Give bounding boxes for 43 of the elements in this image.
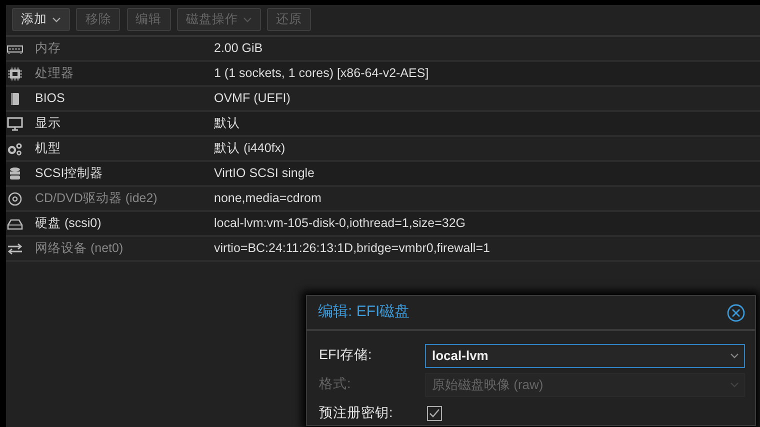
checkbox[interactable] xyxy=(427,406,442,421)
row-label: SCSI控制器 xyxy=(35,165,104,182)
row-value: virtio=BC:24:11:26:13:1D,bridge=vmbr0,firewall=1 xyxy=(214,240,490,258)
row-label: 显示 xyxy=(35,115,62,132)
caret-icon xyxy=(242,16,252,22)
grid-row[interactable]: 网络设备 (net0) virtio=BC:24:11:26:13:1D,bridge=vmbr0,firewall=1 xyxy=(6,237,760,262)
grid-row[interactable]: SCSI控制器 VirtIO SCSI single xyxy=(6,162,760,187)
close-icon[interactable] xyxy=(727,304,745,322)
row-label: CD/DVD驱动器 (ide2) xyxy=(35,190,158,208)
caret-icon xyxy=(52,16,61,22)
caret-icon xyxy=(730,382,739,388)
row-value: OVMF (UEFI) xyxy=(214,90,290,108)
format-select: 原始磁盘映像 (raw) xyxy=(425,372,745,396)
row-label: 硬盘 (scsi0) xyxy=(35,215,102,232)
row-value: VirtIO SCSI single xyxy=(214,165,315,182)
row-value: 1 (1 sockets, 1 cores) [x86-64-v2-AES] xyxy=(214,65,429,82)
field-label: EFI存储: xyxy=(319,346,373,364)
row-label: 机型 xyxy=(35,140,62,158)
row-label: 处理器 xyxy=(35,65,75,82)
row-label: BIOS xyxy=(35,90,66,108)
row-label: 网络设备 (net0) xyxy=(35,240,124,258)
database-icon xyxy=(7,166,23,180)
row-value: 默认 xyxy=(214,115,240,132)
exchange-icon xyxy=(7,242,23,256)
gears-icon xyxy=(7,142,23,156)
hard-drive-icon xyxy=(7,216,23,230)
row-value: 2.00 GiB xyxy=(214,40,263,58)
storage-select[interactable]: local-lvm xyxy=(425,344,745,368)
chip-icon xyxy=(7,66,23,80)
row-value: 默认 (i440fx) xyxy=(214,140,286,158)
row-value: none,media=cdrom xyxy=(214,190,322,208)
disc-icon xyxy=(7,192,23,206)
toolbar-button[interactable]: 添加 xyxy=(12,8,70,31)
grid-row[interactable]: 硬盘 (scsi0) local-lvm:vm-105-disk-0,iothread=1,size=32G xyxy=(6,212,760,237)
row-label: 内存 xyxy=(35,40,62,58)
row-value: local-lvm:vm-105-disk-0,iothread=1,size=32G xyxy=(214,215,466,232)
grid-row[interactable]: 显示 默认 xyxy=(6,112,760,137)
grid-row[interactable]: 处理器 1 (1 sockets, 1 cores) [x86-64-v2-AES] xyxy=(6,62,760,87)
monitor-icon xyxy=(7,116,23,130)
dialog-title: 编辑: EFI磁盘 xyxy=(318,302,410,322)
caret-icon xyxy=(730,352,739,358)
field-label: 预注册密钥: xyxy=(319,404,394,422)
field-label: 格式: xyxy=(319,375,352,394)
